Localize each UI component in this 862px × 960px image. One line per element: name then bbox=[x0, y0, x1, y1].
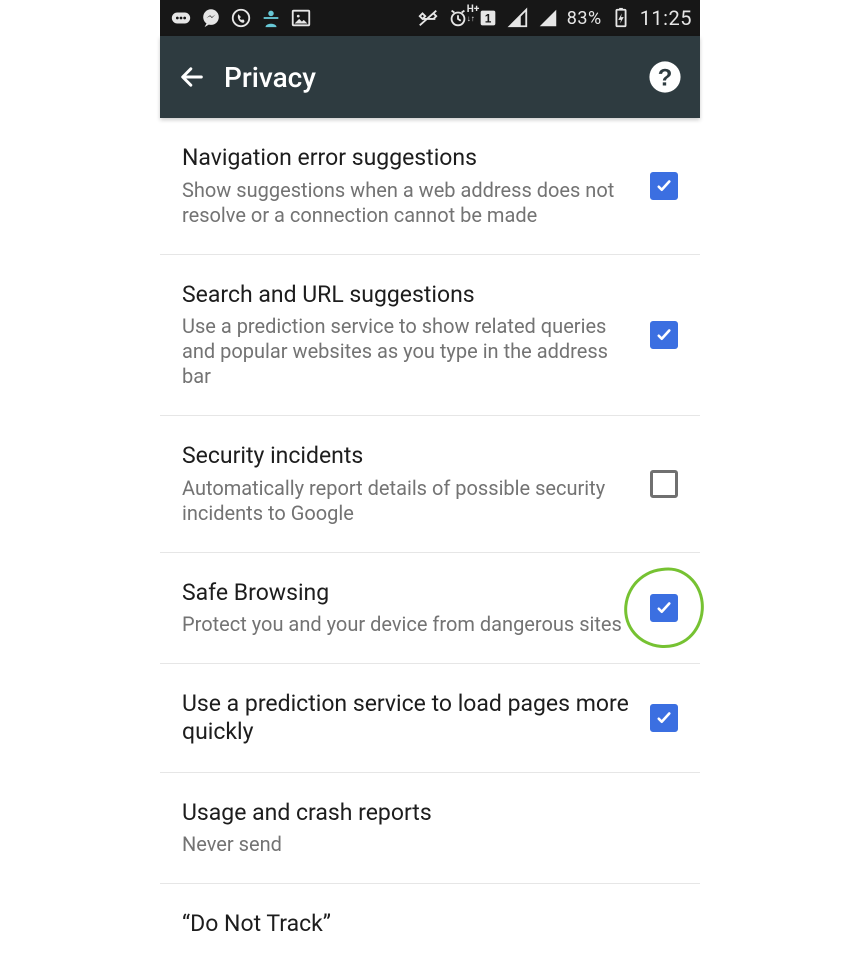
setting-description: Use a prediction service to show related… bbox=[182, 314, 632, 389]
page-title: Privacy bbox=[224, 61, 316, 94]
svg-text:1: 1 bbox=[484, 12, 491, 26]
app-bar: Privacy ? bbox=[160, 36, 700, 118]
setting-search-url-suggestions[interactable]: Search and URL suggestions Use a predicti… bbox=[160, 255, 700, 417]
vibrate-icon bbox=[417, 7, 439, 29]
gallery-icon bbox=[290, 7, 312, 29]
setting-description: Automatically report details of possible… bbox=[182, 476, 632, 526]
status-bar: H+↓↑ 1 83% 11:25 bbox=[160, 0, 700, 36]
setting-safe-browsing[interactable]: Safe Browsing Protect you and your device… bbox=[160, 553, 700, 665]
setting-title: Usage and crash reports bbox=[182, 799, 678, 827]
back-button[interactable] bbox=[178, 63, 206, 91]
setting-do-not-track[interactable]: “Do Not Track” bbox=[160, 884, 700, 960]
person-icon bbox=[260, 7, 282, 29]
messaging-icon bbox=[170, 7, 192, 29]
battery-percentage: 83% bbox=[567, 8, 602, 29]
signal-1-icon bbox=[507, 7, 529, 29]
setting-navigation-error[interactable]: Navigation error suggestions Show suggest… bbox=[160, 118, 700, 255]
setting-security-incidents[interactable]: Security incidents Automatically report d… bbox=[160, 416, 700, 553]
setting-description: Show suggestions when a web address does… bbox=[182, 178, 632, 228]
setting-title: Security incidents bbox=[182, 442, 632, 470]
help-button[interactable]: ? bbox=[648, 60, 682, 94]
setting-description: Never send bbox=[182, 832, 678, 857]
setting-description: Protect you and your device from dangero… bbox=[182, 612, 632, 637]
battery-charging-icon bbox=[610, 7, 632, 29]
checkbox-safe-browsing[interactable] bbox=[650, 594, 678, 622]
setting-title: Use a prediction service to load pages m… bbox=[182, 690, 632, 745]
checkbox-prediction-preload[interactable] bbox=[650, 704, 678, 732]
screen: H+↓↑ 1 83% 11:25 Privacy bbox=[160, 0, 700, 960]
setting-usage-crash-reports[interactable]: Usage and crash reports Never send bbox=[160, 773, 700, 885]
checkbox-navigation-error[interactable] bbox=[650, 172, 678, 200]
signal-2-icon bbox=[537, 7, 559, 29]
setting-title: Navigation error suggestions bbox=[182, 144, 632, 172]
settings-list: Navigation error suggestions Show suggest… bbox=[160, 118, 700, 960]
clock: 11:25 bbox=[640, 6, 692, 30]
setting-title: Search and URL suggestions bbox=[182, 281, 632, 309]
checkbox-security-incidents[interactable] bbox=[650, 470, 678, 498]
viber-icon bbox=[230, 7, 252, 29]
alarm-icon bbox=[447, 7, 469, 29]
checkbox-search-url-suggestions[interactable] bbox=[650, 321, 678, 349]
setting-title: “Do Not Track” bbox=[182, 910, 678, 938]
network-type-icon: H+↓↑ 1 bbox=[477, 7, 499, 29]
svg-text:?: ? bbox=[658, 65, 673, 92]
messenger-icon bbox=[200, 7, 222, 29]
setting-prediction-preload[interactable]: Use a prediction service to load pages m… bbox=[160, 664, 700, 772]
setting-title: Safe Browsing bbox=[182, 579, 632, 607]
